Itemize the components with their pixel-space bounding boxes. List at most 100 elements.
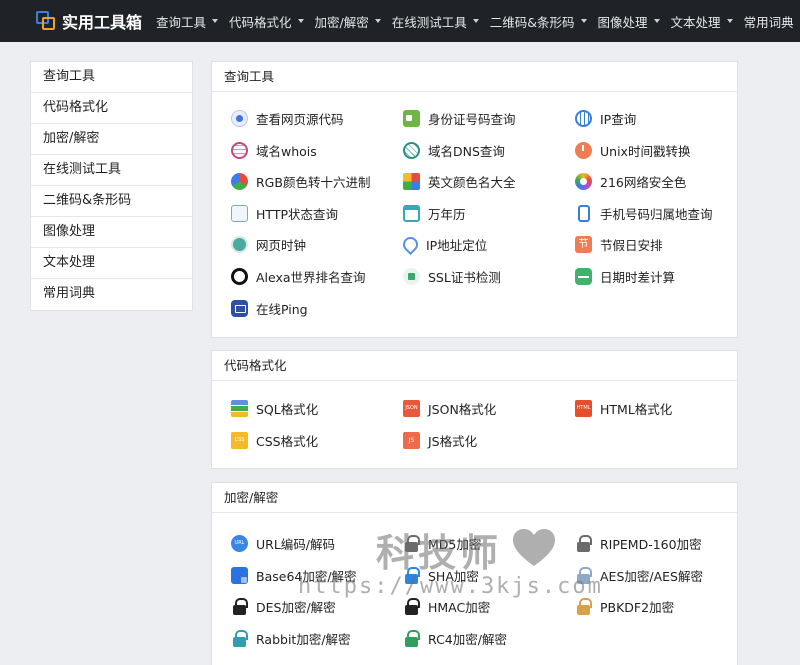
nav-item-text-processing[interactable]: 文本处理 [671,12,733,31]
webpage-source-icon [231,110,248,127]
tool-label: 在线Ping [256,302,308,317]
nav-item-query-tools[interactable]: 查询工具 [156,12,219,31]
tool-ripemd160[interactable]: RIPEMD-160加密 [575,534,702,553]
ssl-certificate-icon [403,268,420,285]
ping-icon [231,300,248,317]
nav-label: 在线测试工具 [391,14,467,30]
tool-label: 英文颜色名大全 [428,175,516,190]
nav-item-dictionary[interactable]: 常用词典 [744,12,794,31]
tool-rgb-hex[interactable]: RGB颜色转十六进制 [231,172,370,191]
tool-label: SSL证书检测 [428,270,501,285]
tool-css-format[interactable]: CSS CSS格式化 [231,431,318,450]
tool-webpage-source[interactable]: 查看网页源代码 [231,109,344,128]
tool-label: PBKDF2加密 [600,600,675,615]
caret-down-icon [297,19,304,23]
tool-color-names[interactable]: 英文颜色名大全 [403,172,516,191]
tool-holidays[interactable]: 节节假日安排 [575,235,663,254]
sidebar-item-code-format[interactable]: 代码格式化 [31,93,192,124]
md5-lock-icon [403,535,420,552]
nav-item-image-processing[interactable]: 图像处理 [598,12,660,31]
tool-url-encode[interactable]: URL URL编码/解码 [231,534,335,553]
tool-alexa-rank[interactable]: Alexa世界排名查询 [231,267,366,286]
tool-web-safe-colors[interactable]: 216网络安全色 [575,172,686,191]
sidebar-item-query-tools[interactable]: 查询工具 [31,62,192,93]
tool-ping[interactable]: 在线Ping [231,299,308,318]
tool-label: Rabbit加密/解密 [256,632,351,647]
tool-label: 216网络安全色 [600,175,687,190]
tool-label: 万年历 [428,207,466,222]
tool-http-status[interactable]: HTTP状态查询 [231,204,338,223]
tool-md5[interactable]: MD5加密 [403,534,481,553]
tool-ip-query[interactable]: IP查询 [575,109,636,128]
sidebar-item-dictionary[interactable]: 常用词典 [31,279,192,310]
tool-dns[interactable]: 域名DNS查询 [403,141,505,160]
tool-rc4[interactable]: RC4加密/解密 [403,629,507,648]
panel-query-tools: 查询工具 查看网页源代码 身份证号码查询 IP查询 域名whois 域名DNS查… [211,61,738,338]
tool-sha[interactable]: SHA加密 [403,566,479,585]
brand-logo-icon [36,11,56,31]
tool-label: RIPEMD-160加密 [600,537,702,552]
tool-sql-format[interactable]: SQL格式化 [231,399,318,418]
tool-aes[interactable]: AES加密/AES解密 [575,566,703,585]
dns-icon [403,142,420,159]
caret-down-icon [726,19,733,23]
tool-calendar[interactable]: 万年历 [403,204,466,223]
calendar-icon [403,205,420,222]
sql-icon [231,400,248,417]
tool-label: RC4加密/解密 [428,632,507,647]
tool-phone-location[interactable]: 手机号码归属地查询 [575,204,713,223]
sidebar-item-text-processing[interactable]: 文本处理 [31,248,192,279]
brand-title: 实用工具箱 [62,13,143,32]
holiday-icon: 节 [575,236,592,253]
tool-label: 域名DNS查询 [428,144,505,159]
tool-label: Unix时间戳转换 [600,144,691,159]
tool-label: JS格式化 [428,434,478,449]
ip-globe-icon [575,110,592,127]
tool-unix-time[interactable]: Unix时间戳转换 [575,141,690,160]
tool-label: 节假日安排 [600,238,663,253]
tool-id-card[interactable]: 身份证号码查询 [403,109,516,128]
nav-item-online-testing[interactable]: 在线测试工具 [392,12,479,31]
tool-base64[interactable]: Base64加密/解密 [231,566,357,585]
top-navbar: 实用工具箱 查询工具 代码格式化 加密/解密 在线测试工具 二维码&条形码 图像… [0,0,800,42]
web-safe-color-icon [575,173,592,190]
url-icon: URL [231,535,248,552]
hmac-lock-icon [403,598,420,615]
tool-web-clock[interactable]: 网页时钟 [231,235,306,254]
tool-whois[interactable]: 域名whois [231,141,317,160]
tool-label: SHA加密 [428,569,479,584]
tool-pbkdf2[interactable]: PBKDF2加密 [575,597,674,616]
panel-encryption: 加密/解密 URL URL编码/解码 MD5加密 RIPEMD-160加密 Bas… [211,482,738,665]
alexa-icon [231,268,248,285]
date-diff-icon [575,268,592,285]
nav-item-encryption[interactable]: 加密/解密 [315,12,381,31]
caret-down-icon [374,19,381,23]
sidebar-item-image-processing[interactable]: 图像处理 [31,217,192,248]
tool-ssl-check[interactable]: SSL证书检测 [403,267,501,286]
tool-js-format[interactable]: JS JS格式化 [403,431,477,450]
tool-label: JSON格式化 [428,402,497,417]
nav-item-qrcode-barcode[interactable]: 二维码&条形码 [490,12,587,31]
tool-json-format[interactable]: JSON JSON格式化 [403,399,496,418]
sha-lock-icon [403,567,420,584]
unix-clock-icon [575,142,592,159]
nav-item-code-format[interactable]: 代码格式化 [229,12,304,31]
brand[interactable]: 实用工具箱 [36,9,142,33]
tool-des[interactable]: DES加密/解密 [231,597,336,616]
tool-ip-location[interactable]: IP地址定位 [399,233,487,256]
tool-hmac[interactable]: HMAC加密 [403,597,490,616]
sidebar-item-encryption[interactable]: 加密/解密 [31,124,192,155]
sidebar-item-qrcode-barcode[interactable]: 二维码&条形码 [31,186,192,217]
tool-label: CSS格式化 [256,434,319,449]
sidebar-item-online-testing[interactable]: 在线测试工具 [31,155,192,186]
tool-rabbit[interactable]: Rabbit加密/解密 [231,629,351,648]
tool-label: SQL格式化 [256,402,319,417]
tool-html-format[interactable]: HTML HTML格式化 [575,399,672,418]
css-icon: CSS [231,432,248,449]
http-status-icon [231,205,248,222]
tool-label: MD5加密 [428,537,482,552]
tool-date-diff[interactable]: 日期时差计算 [575,267,675,286]
rabbit-lock-icon [231,630,248,647]
ripemd-lock-icon [575,535,592,552]
tool-label: 日期时差计算 [600,270,676,285]
